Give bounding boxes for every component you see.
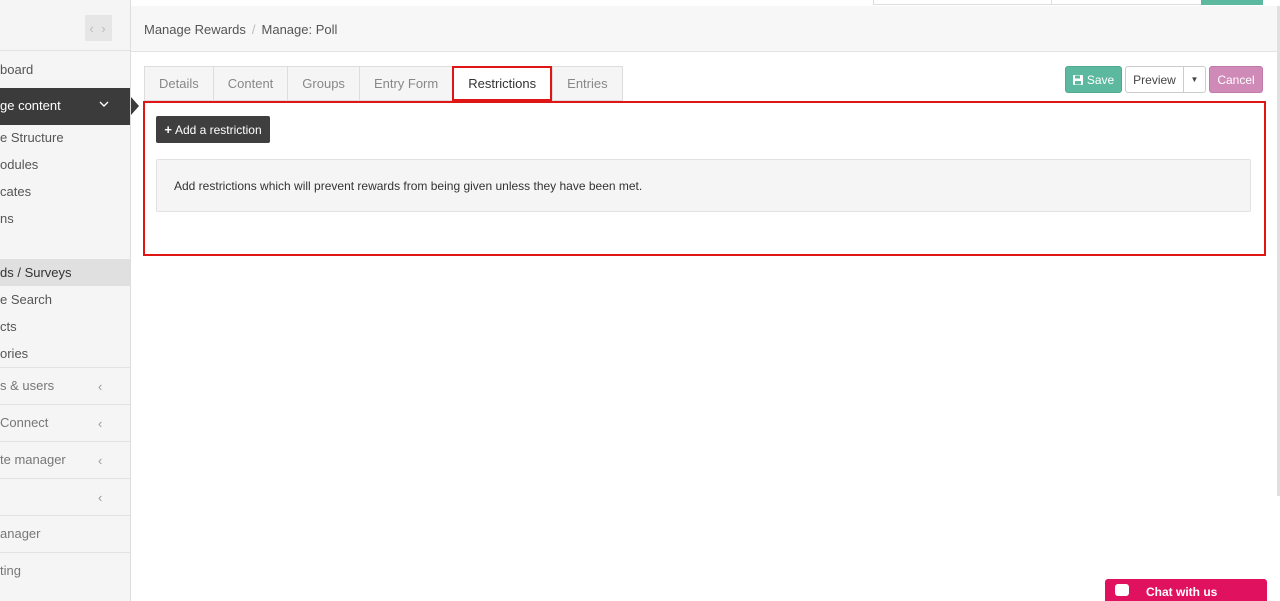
sidebar-item-label: board <box>0 62 34 77</box>
tab-details[interactable]: Details <box>144 66 213 101</box>
sidebar-toggle-button[interactable]: ‹ › <box>85 15 112 41</box>
floppy-disk-icon <box>1072 74 1083 85</box>
chevron-left-icon: ‹ <box>98 490 103 505</box>
sidebar-item-label: Connect <box>0 415 49 430</box>
top-accent-bar <box>1201 0 1263 5</box>
sidebar-item-label: cates <box>0 184 32 199</box>
cancel-button[interactable]: Cancel <box>1209 66 1263 93</box>
sidebar-item-label: te manager <box>0 452 66 467</box>
save-button-label: Save <box>1086 72 1115 87</box>
breadcrumb-separator: / <box>251 22 256 37</box>
chevron-left-icon: ‹ <box>98 453 103 468</box>
sidebar-divider <box>0 478 130 479</box>
restrictions-panel: + Add a restriction Add restrictions whi… <box>143 101 1266 256</box>
sidebar-item-label: cts <box>0 319 17 334</box>
preview-button[interactable]: Preview <box>1125 66 1184 93</box>
sidebar-divider <box>0 515 130 516</box>
preview-dropdown-button[interactable]: ▼ <box>1183 66 1206 93</box>
restrictions-info-box: Add restrictions which will prevent rewa… <box>156 159 1251 212</box>
breadcrumb-item-manage-rewards[interactable]: Manage Rewards <box>144 22 246 37</box>
sidebar-divider <box>0 404 130 405</box>
sidebar: ‹ › board ge content e Structure odules … <box>0 0 131 601</box>
tab-groups[interactable]: Groups <box>287 66 359 101</box>
plus-icon: + <box>164 122 172 137</box>
chevron-left-icon: ‹ <box>98 416 103 431</box>
sidebar-divider <box>0 50 130 51</box>
chat-bubble-icon <box>1115 584 1129 596</box>
sidebar-item-label: ories <box>0 346 29 361</box>
tab-entries[interactable]: Entries <box>552 66 623 101</box>
top-tab-segment <box>1051 0 1201 5</box>
tab-restrictions[interactable]: Restrictions <box>452 66 553 101</box>
tab-bar: Details Content Groups Entry Form Restri… <box>144 66 623 101</box>
add-restriction-button[interactable]: + Add a restriction <box>156 116 270 143</box>
sidebar-item-dashboard[interactable]: board <box>0 62 130 78</box>
top-tab-segment <box>873 0 1051 5</box>
sidebar-item-label: anager <box>0 526 41 541</box>
sidebar-divider <box>0 367 130 368</box>
chevron-down-icon <box>98 98 110 113</box>
active-nav-pointer <box>131 97 139 115</box>
sidebar-item-label: ting <box>0 563 21 578</box>
sidebar-item-manage-content[interactable]: ge content <box>0 88 130 125</box>
sidebar-item-label: ns <box>0 211 14 226</box>
sidebar-item-label: ds / Surveys <box>0 265 72 280</box>
sidebar-item-label: e Structure <box>0 130 64 145</box>
chat-widget-button[interactable]: Chat with us <box>1105 579 1267 601</box>
breadcrumb-item-current: Manage: Poll <box>261 22 338 37</box>
add-restriction-label: Add a restriction <box>174 122 262 137</box>
caret-down-icon: ▼ <box>1190 75 1199 84</box>
breadcrumb: Manage Rewards / Manage: Poll <box>144 22 337 37</box>
chevron-left-icon: ‹ <box>98 379 103 394</box>
chat-label: Chat with us <box>1146 585 1218 599</box>
breadcrumb-bar: Manage Rewards / Manage: Poll <box>131 6 1280 52</box>
sidebar-item-rewards-surveys[interactable]: ds / Surveys <box>0 259 130 286</box>
sidebar-divider <box>0 552 130 553</box>
restrictions-info-text: Add restrictions which will prevent rewa… <box>174 179 643 193</box>
tab-content[interactable]: Content <box>212 66 288 101</box>
sidebar-item-label: e Search <box>0 292 53 307</box>
tab-entry-form[interactable]: Entry Form <box>358 66 453 101</box>
sidebar-item-label: s & users <box>0 378 55 393</box>
sidebar-divider <box>0 441 130 442</box>
save-button[interactable]: Save <box>1065 66 1122 93</box>
sidebar-item-label: odules <box>0 157 39 172</box>
chevron-left-right-icon: ‹ › <box>89 20 108 36</box>
sidebar-item-label: ge content <box>0 98 61 113</box>
